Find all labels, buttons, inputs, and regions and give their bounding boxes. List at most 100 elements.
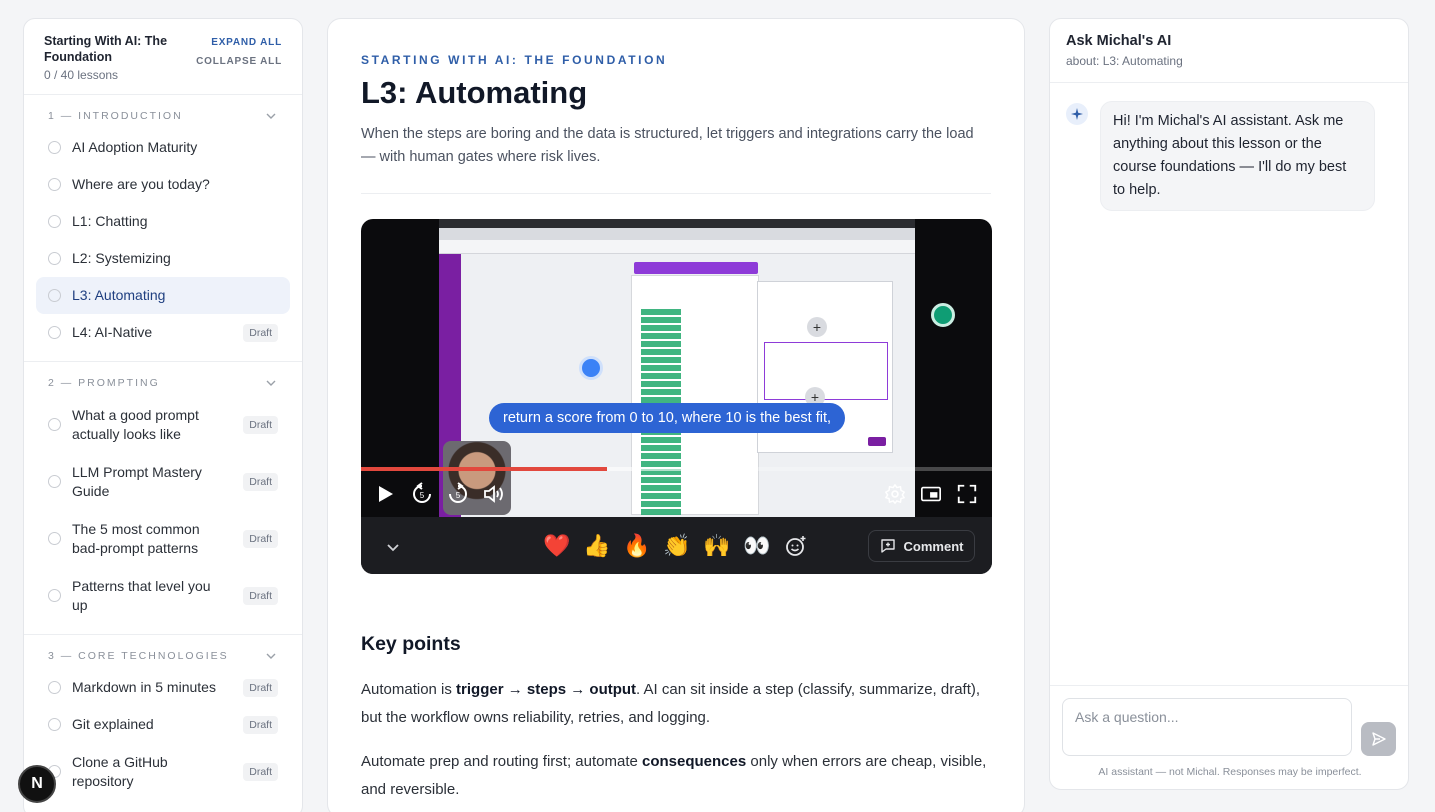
lesson-label: L1: Chatting bbox=[72, 213, 148, 229]
course-title: Starting With AI: The Foundation bbox=[44, 34, 168, 64]
draft-badge: Draft bbox=[243, 415, 278, 434]
section-core-technologies: 3 — CORE TECHNOLOGIES Markdown in 5 minu… bbox=[24, 635, 302, 810]
frame-node bbox=[931, 303, 955, 327]
sidebar-header: Starting With AI: The Foundation 0 / 40 … bbox=[24, 19, 302, 95]
chat-context: about: L3: Automating bbox=[1066, 54, 1183, 68]
lesson-label: LLM Prompt Mastery Guide bbox=[72, 463, 202, 499]
chevron-down-icon bbox=[266, 113, 276, 119]
lesson-label: The 5 most common bad-prompt patterns bbox=[72, 520, 200, 556]
ai-avatar bbox=[1066, 103, 1088, 125]
frame-topbar bbox=[439, 219, 915, 228]
lesson-label: Clone a GitHub repository bbox=[72, 753, 168, 789]
lesson-item[interactable]: Markdown in 5 minutes Draft bbox=[36, 669, 290, 706]
text: Automate prep and routing first; automat… bbox=[361, 753, 642, 770]
reaction-raised-hands[interactable]: 🙌 bbox=[703, 533, 730, 559]
lesson-label: Markdown in 5 minutes bbox=[72, 679, 216, 695]
draft-badge: Draft bbox=[243, 762, 278, 781]
section-label: 2 — PROMPTING bbox=[48, 377, 160, 389]
lesson-status-circle bbox=[48, 589, 61, 602]
lesson-label: L4: AI-Native bbox=[72, 324, 153, 340]
section-header[interactable]: 1 — INTRODUCTION bbox=[36, 105, 290, 129]
chat-footer: AI assistant — not Michal. Responses may… bbox=[1050, 685, 1408, 789]
chat-title: Ask Michal's AI bbox=[1066, 33, 1172, 49]
lesson-item[interactable]: L4: AI-Native Draft bbox=[36, 314, 290, 351]
send-icon bbox=[1371, 732, 1386, 746]
chat-input[interactable] bbox=[1062, 698, 1352, 756]
collapse-all-button[interactable]: COLLAPSE ALL bbox=[196, 52, 282, 71]
lesson-label: Git explained bbox=[72, 716, 154, 732]
lesson-item[interactable]: Where are you today? bbox=[36, 166, 290, 203]
lesson-item[interactable]: What a good prompt actually looks like D… bbox=[36, 396, 290, 453]
draft-badge: Draft bbox=[243, 678, 278, 697]
draft-badge: Draft bbox=[243, 586, 278, 605]
collapse-reactions-button[interactable] bbox=[381, 535, 405, 559]
lesson-item[interactable]: L1: Chatting bbox=[36, 203, 290, 240]
lesson-status-circle bbox=[48, 681, 61, 694]
volume-icon bbox=[484, 485, 503, 503]
volume-button[interactable] bbox=[481, 481, 507, 507]
video-progress-bar[interactable] bbox=[361, 467, 992, 471]
divider bbox=[361, 193, 991, 194]
bold-text: consequences bbox=[642, 753, 747, 770]
lesson-item-active[interactable]: L3: Automating bbox=[36, 277, 290, 314]
frame-node bbox=[579, 356, 603, 380]
add-reaction-button[interactable] bbox=[783, 533, 809, 559]
assistant-message: Hi! I'm Michal's AI assistant. Ask me an… bbox=[1100, 101, 1375, 211]
lesson-label: Patterns that level you up bbox=[72, 577, 211, 613]
frame-toolbar bbox=[634, 262, 758, 274]
frame-tabs bbox=[439, 228, 915, 240]
draft-badge: Draft bbox=[243, 323, 278, 342]
reaction-heart[interactable]: ❤️ bbox=[543, 533, 570, 559]
reaction-clap[interactable]: 👏 bbox=[663, 533, 690, 559]
fullscreen-button[interactable] bbox=[954, 481, 980, 507]
lesson-status-circle bbox=[48, 475, 61, 488]
section-header[interactable]: 2 — PROMPTING bbox=[36, 372, 290, 396]
expand-all-button[interactable]: EXPAND ALL bbox=[196, 33, 282, 52]
skip-forward-button[interactable]: 5 bbox=[445, 481, 471, 507]
section-introduction: 1 — INTRODUCTION AI Adoption Maturity Wh… bbox=[24, 95, 302, 362]
frame-urlbar bbox=[439, 240, 915, 254]
frame-prompt-box bbox=[764, 342, 888, 400]
video-player[interactable]: + + return a score from 0 to 10, where 1… bbox=[361, 219, 992, 574]
sparkle-icon bbox=[1071, 108, 1083, 120]
skip-back-button[interactable]: 5 bbox=[409, 481, 435, 507]
play-button[interactable] bbox=[373, 481, 397, 507]
key-point-paragraph: Automate prep and routing first; automat… bbox=[361, 748, 991, 804]
lesson-status-circle bbox=[48, 718, 61, 731]
comment-label: Comment bbox=[903, 538, 964, 554]
reaction-fire[interactable]: 🔥 bbox=[623, 533, 650, 559]
reaction-thumbs-up[interactable]: 👍 bbox=[583, 533, 610, 559]
lesson-progress: 0 / 40 lessons bbox=[44, 68, 119, 82]
comment-icon bbox=[880, 539, 895, 553]
lesson-label: Where are you today? bbox=[72, 176, 210, 192]
lesson-item[interactable]: LLM Prompt Mastery Guide Draft bbox=[36, 453, 290, 510]
forward-icon: 5 bbox=[449, 482, 467, 503]
plus-icon: + bbox=[807, 317, 827, 337]
lesson-status-circle bbox=[48, 289, 61, 302]
ai-chat-panel: Ask Michal's AI about: L3: Automating Hi… bbox=[1049, 18, 1409, 790]
chevron-down-icon bbox=[266, 653, 276, 659]
chat-header: Ask Michal's AI about: L3: Automating bbox=[1050, 19, 1408, 83]
section-label: 3 — CORE TECHNOLOGIES bbox=[48, 650, 229, 662]
section-header[interactable]: 3 — CORE TECHNOLOGIES bbox=[36, 645, 290, 669]
lesson-item[interactable]: The 5 most common bad-prompt patterns Dr… bbox=[36, 510, 290, 567]
picture-in-picture-button[interactable] bbox=[918, 481, 944, 507]
ai-disclaimer: AI assistant — not Michal. Responses may… bbox=[1098, 766, 1362, 778]
lesson-status-circle bbox=[48, 178, 61, 191]
settings-button[interactable] bbox=[882, 481, 908, 507]
send-button[interactable] bbox=[1361, 722, 1396, 756]
lesson-item[interactable]: AI Adoption Maturity bbox=[36, 129, 290, 166]
lesson-item[interactable]: Patterns that level you up Draft bbox=[36, 567, 290, 624]
lesson-item[interactable]: Clone a GitHub repository Draft bbox=[36, 743, 290, 800]
comment-button[interactable]: Comment bbox=[868, 530, 975, 562]
key-point-paragraph: Automation is trigger → steps → output. … bbox=[361, 676, 991, 732]
reaction-eyes[interactable]: 👀 bbox=[743, 533, 770, 559]
lesson-item[interactable]: L2: Systemizing bbox=[36, 240, 290, 277]
lesson-status-circle bbox=[48, 252, 61, 265]
lesson-item[interactable]: Git explained Draft bbox=[36, 706, 290, 743]
fullscreen-icon bbox=[957, 484, 977, 504]
gear-icon bbox=[885, 484, 905, 504]
course-eyebrow: STARTING WITH AI: THE FOUNDATION bbox=[361, 53, 668, 67]
lesson-status-circle bbox=[48, 532, 61, 545]
app-badge[interactable]: N bbox=[18, 765, 56, 803]
